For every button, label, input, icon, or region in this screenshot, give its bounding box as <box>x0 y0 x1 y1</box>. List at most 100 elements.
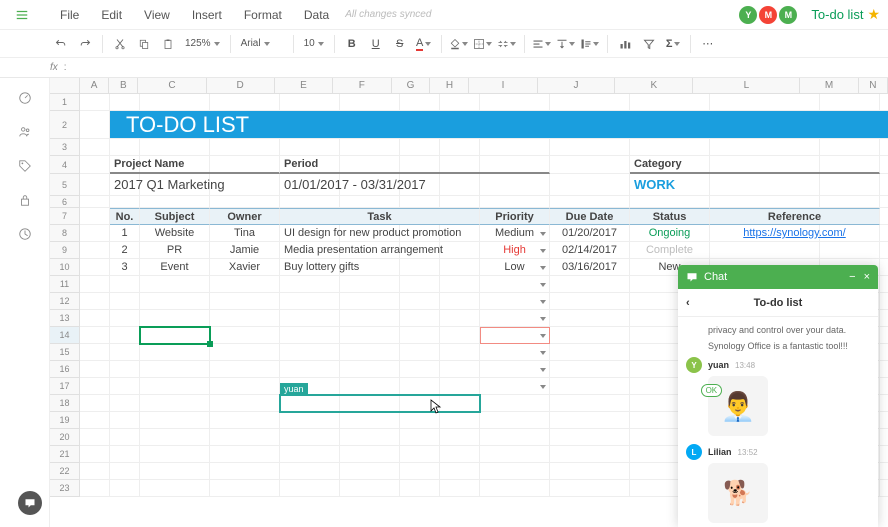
cell[interactable] <box>340 361 400 378</box>
cell[interactable] <box>210 293 280 310</box>
cell[interactable] <box>550 361 630 378</box>
cell[interactable] <box>110 480 140 497</box>
star-icon[interactable]: ★ <box>867 6 880 23</box>
cell[interactable] <box>340 429 400 446</box>
cell-reference[interactable]: https://synology.com/ <box>710 225 880 242</box>
cell[interactable] <box>820 139 880 156</box>
cell[interactable] <box>340 293 400 310</box>
menu-edit[interactable]: Edit <box>91 4 132 26</box>
table-header[interactable]: Due Date <box>550 208 630 225</box>
cell[interactable] <box>550 174 630 196</box>
document-title[interactable]: To-do list <box>811 7 863 22</box>
cell[interactable] <box>880 327 888 344</box>
cell[interactable] <box>140 361 210 378</box>
cell[interactable] <box>80 395 110 412</box>
cell[interactable] <box>210 139 280 156</box>
cell[interactable] <box>880 463 888 480</box>
cell[interactable] <box>550 429 630 446</box>
cell[interactable] <box>80 276 110 293</box>
cell[interactable] <box>140 344 210 361</box>
col-header[interactable]: C <box>138 78 206 94</box>
col-header[interactable]: D <box>207 78 275 94</box>
cell[interactable] <box>880 293 888 310</box>
period-value[interactable]: 01/01/2017 - 03/31/2017 <box>280 174 550 196</box>
menu-format[interactable]: Format <box>234 4 292 26</box>
chevron-down-icon[interactable] <box>540 300 546 304</box>
cell[interactable] <box>110 378 140 395</box>
cell[interactable] <box>110 463 140 480</box>
cell[interactable] <box>340 378 400 395</box>
cell[interactable] <box>210 429 280 446</box>
cell[interactable] <box>880 94 888 111</box>
table-header[interactable]: Reference <box>710 208 880 225</box>
paste-button[interactable] <box>157 33 179 55</box>
zoom-select[interactable]: 125% <box>181 34 224 54</box>
cell[interactable] <box>80 259 110 276</box>
cell[interactable] <box>80 480 110 497</box>
row-header[interactable]: 19 <box>50 412 80 429</box>
cell[interactable] <box>340 310 400 327</box>
cell[interactable] <box>140 139 210 156</box>
cell[interactable] <box>710 139 820 156</box>
cell[interactable] <box>140 310 210 327</box>
cell-owner[interactable]: Jamie <box>210 242 280 259</box>
cell[interactable] <box>140 463 210 480</box>
row-header[interactable]: 8 <box>50 225 80 242</box>
cell[interactable] <box>400 139 440 156</box>
cell[interactable] <box>550 412 630 429</box>
row-header[interactable]: 23 <box>50 480 80 497</box>
cell[interactable] <box>550 310 630 327</box>
filter-button[interactable] <box>638 33 660 55</box>
cell[interactable] <box>710 196 820 208</box>
cell-due[interactable]: 03/16/2017 <box>550 259 630 276</box>
cell[interactable] <box>340 463 400 480</box>
menu-view[interactable]: View <box>134 4 180 26</box>
cell[interactable] <box>880 412 888 429</box>
cell[interactable] <box>280 94 340 111</box>
cell-owner[interactable]: Tina <box>210 225 280 242</box>
cell[interactable] <box>440 361 480 378</box>
cell[interactable] <box>400 463 440 480</box>
undo-button[interactable] <box>50 33 72 55</box>
chevron-down-icon[interactable] <box>540 368 546 372</box>
cell[interactable] <box>880 310 888 327</box>
cell[interactable] <box>400 94 440 111</box>
category-label[interactable]: Category <box>630 156 880 174</box>
cell[interactable] <box>400 310 440 327</box>
wrap-button[interactable] <box>579 33 601 55</box>
cell[interactable] <box>140 429 210 446</box>
row-header[interactable]: 15 <box>50 344 80 361</box>
cell[interactable] <box>440 344 480 361</box>
row-header[interactable]: 21 <box>50 446 80 463</box>
cell[interactable] <box>80 94 110 111</box>
merge-button[interactable] <box>496 33 518 55</box>
row-header[interactable]: 11 <box>50 276 80 293</box>
redo-button[interactable] <box>74 33 96 55</box>
chevron-down-icon[interactable] <box>540 283 546 287</box>
lock-icon[interactable] <box>15 190 35 210</box>
chevron-down-icon[interactable] <box>540 385 546 389</box>
cell[interactable] <box>440 446 480 463</box>
cell[interactable] <box>80 156 110 174</box>
cell[interactable] <box>440 480 480 497</box>
cell[interactable] <box>80 225 110 242</box>
menu-insert[interactable]: Insert <box>182 4 232 26</box>
cell[interactable] <box>400 480 440 497</box>
cell[interactable] <box>550 344 630 361</box>
menu-file[interactable]: File <box>50 4 89 26</box>
cell[interactable] <box>480 94 550 111</box>
col-header[interactable]: N <box>859 78 888 94</box>
cell[interactable] <box>550 139 630 156</box>
cell[interactable] <box>880 446 888 463</box>
cell[interactable] <box>140 412 210 429</box>
cell-task[interactable]: UI design for new product promotion <box>280 225 480 242</box>
col-header[interactable]: M <box>800 78 858 94</box>
cell-due[interactable]: 02/14/2017 <box>550 242 630 259</box>
cell[interactable] <box>550 293 630 310</box>
cell[interactable] <box>340 480 400 497</box>
cell-status[interactable]: Complete <box>630 242 710 259</box>
cell[interactable] <box>440 310 480 327</box>
col-header[interactable]: H <box>430 78 469 94</box>
cell[interactable] <box>400 196 440 208</box>
cell[interactable] <box>210 310 280 327</box>
